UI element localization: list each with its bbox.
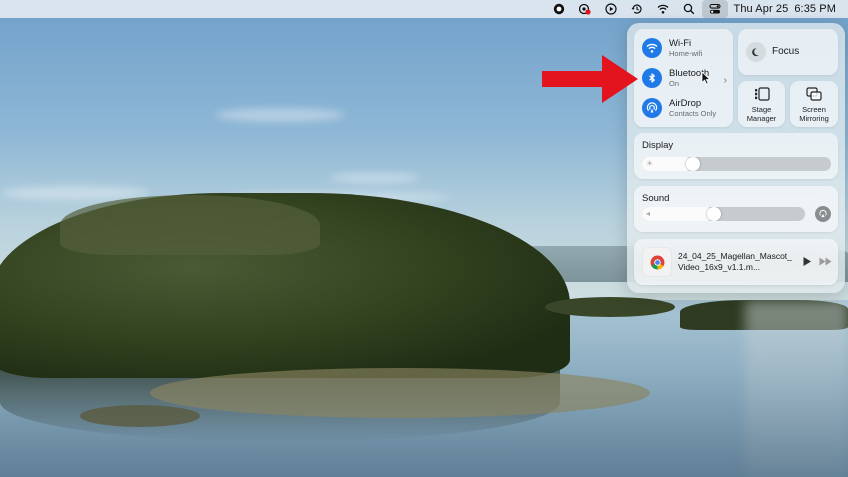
menu-bar-time: 6:35 PM: [794, 3, 836, 15]
menu-bar: Thu Apr 25 6:35 PM: [0, 0, 848, 18]
wifi-toggle[interactable]: Wi-Fi Home-wifi: [642, 38, 702, 58]
vpn-icon[interactable]: [572, 0, 598, 18]
stage-manager-icon: [754, 87, 770, 101]
airdrop-icon: [642, 98, 662, 118]
focus-label: Focus: [772, 46, 800, 57]
airdrop-status: Contacts Only: [669, 109, 717, 118]
wifi-title: Wi-Fi: [669, 38, 692, 49]
now-playing-title: 24_04_25_Magellan_Mascot_Video_16x9_v1.1…: [678, 251, 792, 272]
menu-bar-clock[interactable]: Thu Apr 25 6:35 PM: [734, 3, 837, 15]
display-module: Display ☀: [634, 133, 838, 179]
search-icon[interactable]: [676, 0, 702, 18]
wallpaper-ridge: [60, 195, 320, 255]
screen-mirroring-label-line1: Screen: [802, 105, 826, 114]
mouse-cursor-icon: [701, 71, 711, 85]
wallpaper-cloud: [330, 173, 420, 183]
record-icon[interactable]: [546, 0, 572, 18]
chrome-icon: [643, 248, 671, 276]
display-title: Display: [642, 140, 674, 151]
screen-mirroring-button[interactable]: Screen Mirroring: [790, 81, 838, 127]
play-circle-icon[interactable]: [598, 0, 624, 18]
wallpaper-shore: [150, 368, 650, 418]
sound-slider-knob[interactable]: [706, 207, 721, 221]
wifi-icon: [642, 38, 662, 58]
now-playing-module: 24_04_25_Magellan_Mascot_Video_16x9_v1.1…: [634, 239, 838, 285]
chevron-right-icon[interactable]: ›: [724, 75, 727, 86]
control-center-icon[interactable]: [701, 0, 728, 18]
blurred-window-edge: [745, 300, 848, 477]
stage-manager-label: Stage Manager: [738, 105, 785, 123]
bluetooth-icon: [642, 68, 662, 88]
wallpaper-islet: [545, 297, 675, 317]
airdrop-toggle[interactable]: AirDrop Contacts Only: [642, 98, 716, 118]
sun-icon: ☀: [646, 159, 654, 168]
control-center-panel: Wi-Fi Home-wifi Bluetooth On › AirDrop C…: [627, 23, 845, 293]
stage-manager-button[interactable]: Stage Manager: [738, 81, 785, 127]
wifi-icon[interactable]: [650, 0, 676, 18]
play-icon[interactable]: [802, 256, 812, 267]
sound-slider-fill: [642, 207, 714, 221]
sound-title: Sound: [642, 193, 670, 204]
network-tile: Wi-Fi Home-wifi Bluetooth On › AirDrop C…: [634, 29, 733, 127]
moon-icon: [746, 42, 766, 62]
wifi-network-name: Home-wifi: [669, 49, 703, 58]
sound-volume-slider[interactable]: ◂: [642, 207, 805, 221]
time-machine-icon[interactable]: [624, 0, 650, 18]
red-arrow-annotation-icon: [542, 55, 638, 103]
display-brightness-slider[interactable]: ☀: [642, 157, 831, 171]
bluetooth-toggle[interactable]: Bluetooth On: [642, 68, 709, 88]
display-slider-knob[interactable]: [686, 157, 701, 171]
fast-forward-icon[interactable]: [819, 257, 832, 266]
screen-mirroring-icon: [806, 87, 822, 101]
airdrop-title: AirDrop: [669, 98, 702, 109]
wallpaper-islet: [80, 405, 200, 427]
menu-bar-date: Thu Apr 25: [733, 3, 789, 15]
screen-mirroring-label-line2: Mirroring: [799, 114, 829, 123]
sound-module: Sound ◂: [634, 186, 838, 232]
wallpaper-cloud: [215, 108, 345, 122]
stage-manager-label-line2: Manager: [746, 114, 777, 123]
stage-manager-label-line1: Stage: [751, 105, 772, 114]
speaker-icon: ◂: [646, 209, 651, 218]
airplay-audio-icon[interactable]: [815, 206, 831, 222]
focus-button[interactable]: Focus: [738, 29, 838, 75]
screen-mirroring-label: Screen Mirroring: [790, 105, 838, 123]
